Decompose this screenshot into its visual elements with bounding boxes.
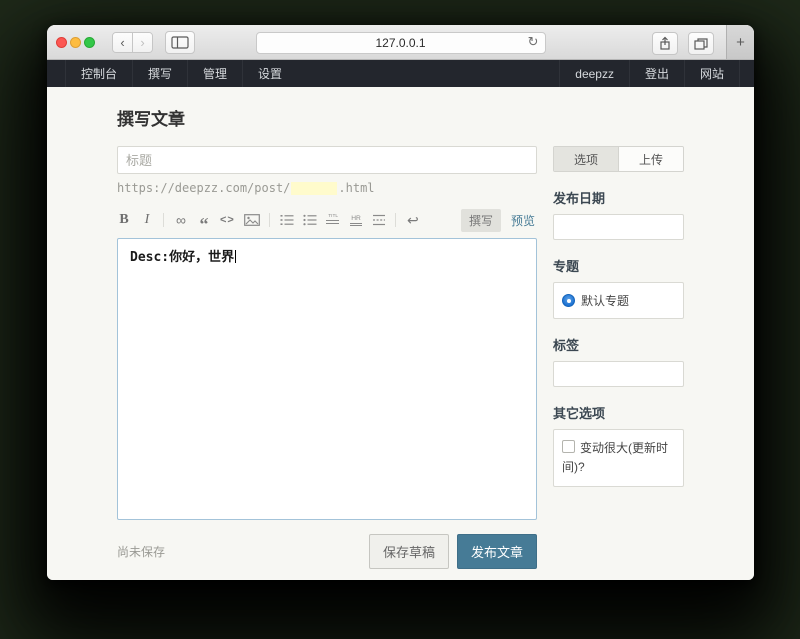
horizontal-rule-icon[interactable]: HR [349, 210, 363, 230]
back-button[interactable]: ‹ [113, 33, 132, 52]
update-time-checkbox[interactable] [562, 440, 575, 453]
sidebar-tabs: 选项 上传 [553, 146, 684, 172]
page-break-icon[interactable] [372, 210, 386, 230]
nav-item-settings[interactable]: 设置 [242, 60, 297, 87]
forward-button[interactable]: › [132, 33, 152, 52]
toolbar-divider [163, 213, 164, 227]
unordered-list-icon[interactable] [303, 210, 317, 230]
ordered-list-icon[interactable] [280, 210, 294, 230]
editor-toolbar: B I ∞ “ <> [117, 208, 537, 232]
browser-window: ‹ › 127.0.0.1 ↻ [47, 25, 754, 580]
page-body: 撰写文章 https://deepzz.com/post/ .html B I ∞… [47, 87, 754, 580]
italic-icon[interactable]: I [140, 210, 154, 230]
options-sidebar: 选项 上传 发布日期 专题 默认专题 标签 其它选项 变动很大(更新时间)? [553, 146, 684, 569]
topic-label: 专题 [553, 256, 684, 275]
post-content-textarea[interactable]: Desc:你好，世界 [117, 238, 537, 520]
update-time-label: 变动很大(更新时间)? [562, 441, 668, 474]
traffic-lights [56, 37, 95, 48]
close-window-button[interactable] [56, 37, 67, 48]
sidebar-icon [171, 36, 189, 49]
minimize-window-button[interactable] [70, 37, 81, 48]
publish-button[interactable]: 发布文章 [457, 534, 537, 569]
editor-column: https://deepzz.com/post/ .html B I ∞ “ <> [117, 146, 537, 569]
toolbar-divider [395, 213, 396, 227]
permalink-suffix: .html [338, 181, 374, 195]
undo-icon[interactable]: ↩ [406, 210, 420, 230]
tabs-icon [694, 38, 708, 50]
post-title-input[interactable] [117, 146, 537, 174]
topic-option-row[interactable]: 默认专题 [553, 282, 684, 319]
save-status-text: 尚未保存 [117, 543, 369, 560]
permalink-slug-input[interactable] [291, 182, 337, 195]
text-cursor [235, 250, 236, 263]
tags-input[interactable] [553, 361, 684, 387]
tab-options[interactable]: 选项 [554, 147, 618, 171]
preview-mode-tab[interactable]: 预览 [511, 212, 535, 229]
heading-icon[interactable]: TITL [326, 210, 340, 230]
browser-titlebar[interactable]: ‹ › 127.0.0.1 ↻ [47, 25, 754, 60]
sidebar-toggle-button[interactable] [165, 31, 195, 54]
address-bar[interactable]: 127.0.0.1 ↻ [256, 32, 546, 54]
topic-radio-checked[interactable] [562, 294, 575, 307]
new-tab-button[interactable]: + [726, 25, 754, 59]
nav-item-console[interactable]: 控制台 [65, 60, 132, 87]
tab-overview-button[interactable] [688, 32, 714, 55]
share-button[interactable] [652, 32, 678, 55]
other-options-label: 其它选项 [553, 403, 684, 422]
tab-upload[interactable]: 上传 [618, 147, 683, 171]
nav-item-logout[interactable]: 登出 [629, 60, 684, 87]
nav-item-write[interactable]: 撰写 [132, 60, 187, 87]
permalink-preview: https://deepzz.com/post/ .html [117, 181, 537, 195]
save-draft-button[interactable]: 保存草稿 [369, 534, 449, 569]
history-nav-buttons: ‹ › [112, 32, 153, 53]
image-icon[interactable] [244, 210, 260, 230]
topic-option-label: 默认专题 [581, 292, 629, 309]
code-icon[interactable]: <> [220, 210, 235, 230]
other-option-row[interactable]: 变动很大(更新时间)? [553, 429, 684, 487]
navbar-spacer [297, 60, 559, 87]
page-title: 撰写文章 [117, 105, 754, 130]
editor-footer: 尚未保存 保存草稿 发布文章 [117, 534, 537, 569]
nav-item-manage[interactable]: 管理 [187, 60, 242, 87]
zoom-window-button[interactable] [84, 37, 95, 48]
write-mode-tab[interactable]: 撰写 [461, 209, 501, 232]
editor-text: Desc:你好，世界 [130, 250, 234, 265]
titlebar-right-buttons [652, 32, 714, 55]
share-icon [658, 36, 672, 51]
url-text: 127.0.0.1 [375, 36, 425, 50]
nav-item-username[interactable]: deepzz [559, 60, 629, 87]
publish-date-input[interactable] [553, 214, 684, 240]
link-icon[interactable]: ∞ [174, 210, 188, 230]
admin-navbar: 控制台 撰写 管理 设置 deepzz 登出 网站 [47, 60, 754, 87]
tags-label: 标签 [553, 335, 684, 354]
bold-icon[interactable]: B [117, 210, 131, 230]
reload-icon[interactable]: ↻ [528, 34, 539, 50]
permalink-prefix: https://deepzz.com/post/ [117, 181, 290, 195]
toolbar-divider [269, 213, 270, 227]
publish-date-label: 发布日期 [553, 188, 684, 207]
nav-item-site[interactable]: 网站 [684, 60, 740, 87]
blockquote-icon[interactable]: “ [197, 206, 211, 234]
